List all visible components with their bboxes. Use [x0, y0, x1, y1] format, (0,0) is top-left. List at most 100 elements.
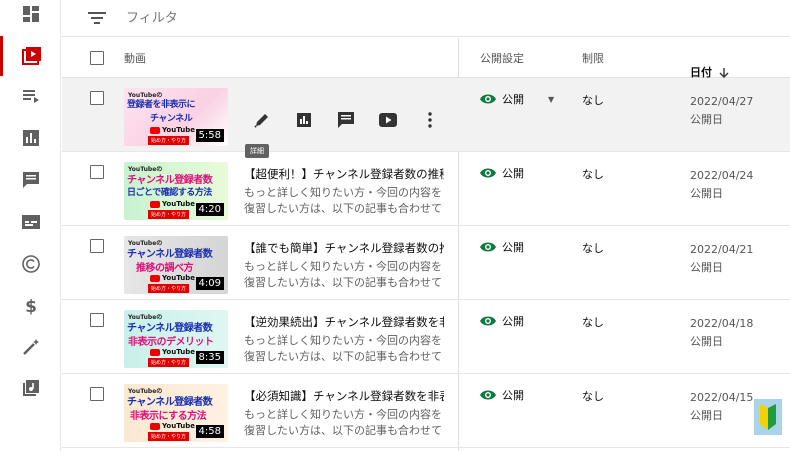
duration-badge: 8:35: [195, 351, 224, 364]
table-row[interactable]: YouTubeの チャンネル登録者数 非表示のデメリット YouTube 始め方…: [62, 300, 790, 374]
studio-content-page: $ 動画 公開設定 制限 日付: [0, 0, 790, 451]
video-description: もっと詳しく知りたい方・今回の内容を 復習したい方は、以下の記事も合わせて: [244, 259, 444, 291]
analytics-icon: [297, 113, 311, 127]
eye-icon: [480, 390, 496, 400]
date-value: 2022/04/21: [690, 243, 754, 256]
row-checkbox[interactable]: [90, 91, 104, 105]
nav-audio-library[interactable]: [0, 368, 61, 408]
youtube-play-icon: [379, 113, 397, 127]
thumbnail-text: チャンネル登録者数: [127, 175, 213, 186]
restriction-value: なし: [582, 316, 604, 329]
video-title[interactable]: 【誰でも簡単】チャンネル登録者数の推移: [244, 240, 444, 256]
video-thumbnail[interactable]: YouTubeの チャンネル登録者数 日ごとで確認する方法 YouTube 始め…: [124, 162, 228, 220]
date-value: 2022/04/18: [690, 317, 754, 330]
dashboard-icon: [22, 6, 39, 22]
video-title[interactable]: 【必須知識】チャンネル登録者数を非表示に: [244, 388, 444, 404]
date-label: 公開日: [690, 261, 723, 274]
visibility-dropdown[interactable]: 公開: [480, 165, 524, 181]
video-thumbnail[interactable]: YouTubeの 登録者を非表示に チャンネル YouTube 始め方・やり方 …: [124, 88, 228, 146]
description-line: もっと詳しく知りたい方・今回の内容を: [244, 408, 442, 421]
description-line: 復習したい方は、以下の記事も合わせて: [244, 424, 442, 437]
nav-copyright[interactable]: [0, 244, 61, 284]
thumbnail-text: チャンネル: [150, 114, 193, 124]
nav-comments[interactable]: [0, 160, 61, 200]
nav-dashboard[interactable]: [0, 0, 61, 34]
duration-badge: 4:09: [195, 277, 224, 290]
thumbnail-tag: 始め方・やり方: [148, 432, 190, 441]
table-row[interactable]: YouTubeの チャンネル登録者数 日ごとで確認する方法 YouTube 始め…: [62, 152, 790, 226]
date-value: 2022/04/15: [690, 391, 754, 404]
row-checkbox[interactable]: [90, 387, 104, 401]
audio-library-icon: [22, 380, 39, 396]
table-row[interactable]: YouTubeの チャンネル登録者数 推移の調べ方 YouTube 始め方・やり…: [62, 226, 790, 300]
description-line: もっと詳しく知りたい方・今回の内容を: [244, 260, 442, 273]
thumbnail-tag: 始め方・やり方: [148, 358, 190, 367]
svg-text:$: $: [25, 297, 37, 316]
header-restriction[interactable]: 制限: [582, 38, 604, 78]
row-checkbox[interactable]: [90, 165, 104, 179]
nav-subtitles[interactable]: [0, 202, 61, 242]
eye-icon: [480, 168, 496, 178]
header-video[interactable]: 動画: [124, 38, 146, 78]
date-cell: 2022/04/27 公開日: [690, 93, 753, 129]
header-visibility[interactable]: 公開設定: [480, 38, 524, 78]
eye-icon: [480, 94, 496, 104]
visibility-dropdown[interactable]: 公開: [480, 387, 524, 403]
left-nav-rail: $: [0, 0, 61, 451]
video-title[interactable]: 【逆効果続出】チャンネル登録者数を非表示: [244, 314, 444, 330]
subtitles-icon: [21, 215, 40, 229]
date-label: 公開日: [690, 409, 723, 422]
filter-icon[interactable]: [86, 7, 108, 29]
nav-customize[interactable]: [0, 327, 61, 367]
select-all-checkbox[interactable]: [90, 51, 104, 65]
filter-bar: [62, 0, 790, 37]
video-description: もっと詳しく知りたい方・今回の内容を 復習したい方は、以下の記事も合わせて: [244, 185, 444, 217]
analytics-button[interactable]: [292, 108, 316, 132]
visibility-dropdown[interactable]: 公開 ▼: [480, 91, 554, 107]
filter-input[interactable]: [126, 10, 426, 26]
visibility-dropdown[interactable]: 公開: [480, 313, 524, 329]
visibility-label: 公開: [502, 241, 524, 254]
content-video-icon: [22, 47, 41, 65]
table-row[interactable]: YouTubeの チャンネル登録者数 非表示にする方法 YouTube 始め方・…: [62, 374, 790, 448]
visibility-label: 公開: [502, 93, 524, 106]
visibility-dropdown[interactable]: 公開: [480, 239, 524, 255]
nav-playlists[interactable]: [0, 76, 61, 116]
date-value: 2022/04/27: [690, 95, 754, 108]
caret-down-icon: ▼: [548, 94, 555, 104]
more-options-button[interactable]: [418, 108, 442, 132]
duration-badge: 4:58: [195, 425, 224, 438]
table-row[interactable]: YouTubeの 登録者を非表示に チャンネル YouTube 始め方・やり方 …: [62, 78, 790, 158]
video-thumbnail[interactable]: YouTubeの チャンネル登録者数 推移の調べ方 YouTube 始め方・やり…: [124, 236, 228, 294]
edit-details-button[interactable]: [250, 108, 274, 132]
duration-badge: 4:20: [195, 203, 224, 216]
nav-analytics[interactable]: [0, 118, 61, 158]
video-thumbnail[interactable]: YouTubeの チャンネル登録者数 非表示のデメリット YouTube 始め方…: [124, 310, 228, 368]
youtube-logo: YouTube: [150, 126, 195, 134]
row-checkbox[interactable]: [90, 313, 104, 327]
date-cell: 2022/04/18 公開日: [690, 315, 753, 351]
visibility-label: 公開: [502, 389, 524, 402]
video-description: もっと詳しく知りたい方・今回の内容を 復習したい方は、以下の記事も合わせて: [244, 407, 444, 439]
pencil-icon: [254, 114, 268, 128]
thumbnail-text: 推移の調べ方: [136, 263, 194, 274]
comments-button[interactable]: [334, 108, 358, 132]
thumbnail-text: 非表示にする方法: [130, 411, 207, 422]
view-on-youtube-button[interactable]: [376, 108, 400, 132]
video-title[interactable]: 【超便利！】チャンネル登録者数の推移を: [244, 166, 444, 182]
date-cell: 2022/04/21 公開日: [690, 241, 753, 277]
thumbnail-text: 非表示のデメリット: [128, 337, 214, 348]
nav-earn[interactable]: $: [0, 286, 61, 326]
date-value: 2022/04/24: [690, 169, 754, 182]
video-thumbnail[interactable]: YouTubeの チャンネル登録者数 非表示にする方法 YouTube 始め方・…: [124, 384, 228, 442]
beginner-mark-icon: [754, 399, 782, 435]
row-checkbox[interactable]: [90, 239, 104, 253]
date-cell: 2022/04/24 公開日: [690, 167, 753, 203]
duration-badge: 5:58: [195, 129, 224, 142]
thumbnail-tag: 始め方・やり方: [148, 284, 190, 293]
analytics-icon: [22, 130, 39, 146]
nav-content[interactable]: [0, 36, 61, 76]
row-hover-actions: [250, 108, 442, 132]
description-line: 復習したい方は、以下の記事も合わせて: [244, 276, 442, 289]
thumbnail-text: 登録者を非表示に: [127, 100, 196, 110]
